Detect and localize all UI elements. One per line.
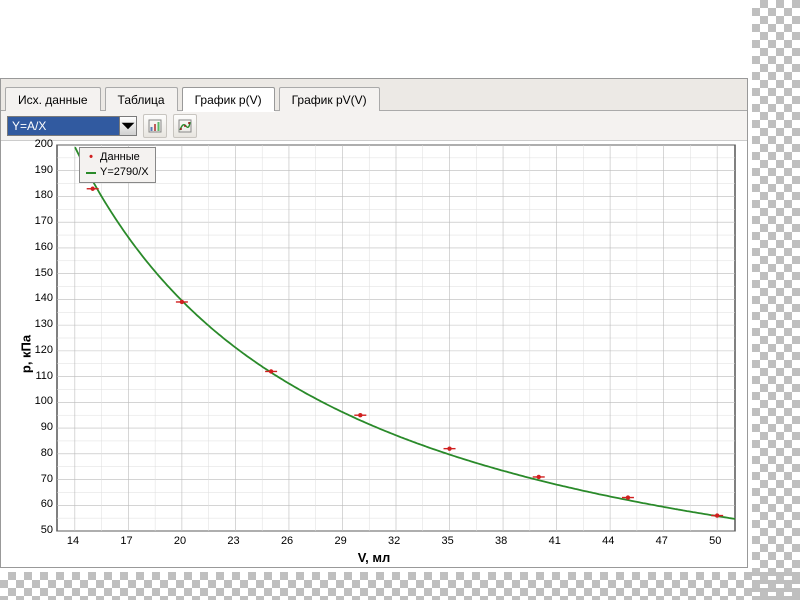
y-tick: 190 (23, 164, 53, 176)
y-tick: 150 (23, 267, 53, 279)
tab-2[interactable]: График p(V) (182, 87, 275, 111)
legend-item-data: • Данные (86, 150, 149, 165)
y-tick: 130 (23, 318, 53, 330)
fit-curve-icon[interactable] (173, 114, 197, 138)
y-tick: 160 (23, 241, 53, 253)
chart-area: p, кПа V, мл • Данные Y=2790/X 141720232… (1, 141, 747, 567)
x-tick: 23 (227, 535, 239, 547)
y-tick: 180 (23, 189, 53, 201)
x-tick: 41 (549, 535, 561, 547)
x-tick: 50 (709, 535, 721, 547)
x-tick: 26 (281, 535, 293, 547)
chevron-down-icon[interactable] (119, 117, 136, 135)
y-tick: 120 (23, 344, 53, 356)
x-tick: 47 (656, 535, 668, 547)
x-tick: 17 (120, 535, 132, 547)
tab-0[interactable]: Исх. данные (5, 87, 101, 111)
y-tick: 90 (23, 421, 53, 433)
x-tick: 20 (174, 535, 186, 547)
tab-3[interactable]: График pV(V) (279, 87, 380, 111)
point-marker-icon: • (86, 150, 96, 165)
fit-formula-value: Y=A/X (8, 117, 119, 135)
x-tick: 29 (334, 535, 346, 547)
legend-data-label: Данные (100, 150, 140, 165)
y-tick: 60 (23, 498, 53, 510)
y-tick: 70 (23, 473, 53, 485)
chart-canvas (1, 141, 747, 567)
x-tick: 38 (495, 535, 507, 547)
tab-bar: Исх. данныеТаблицаГрафик p(V)График pV(V… (1, 79, 747, 111)
y-tick: 100 (23, 395, 53, 407)
fit-formula-select[interactable]: Y=A/X (7, 116, 137, 136)
tab-1[interactable]: Таблица (105, 87, 178, 111)
line-marker-icon (86, 172, 96, 174)
y-tick: 170 (23, 215, 53, 227)
y-tick: 140 (23, 292, 53, 304)
slide-border-bottom (0, 572, 800, 600)
app-window: Исх. данныеТаблицаГрафик p(V)График pV(V… (0, 78, 748, 568)
y-tick: 80 (23, 447, 53, 459)
chart-toolbar: Y=A/X (1, 111, 747, 141)
x-tick: 32 (388, 535, 400, 547)
y-tick: 200 (23, 138, 53, 150)
slide-border-right (752, 0, 800, 600)
bar-chart-icon[interactable] (143, 114, 167, 138)
x-tick: 14 (67, 535, 79, 547)
y-tick: 110 (23, 370, 53, 382)
legend-fit-label: Y=2790/X (100, 165, 149, 180)
x-tick: 35 (442, 535, 454, 547)
y-tick: 50 (23, 524, 53, 536)
chart-legend: • Данные Y=2790/X (79, 147, 156, 183)
legend-item-fit: Y=2790/X (86, 165, 149, 180)
x-tick: 44 (602, 535, 614, 547)
